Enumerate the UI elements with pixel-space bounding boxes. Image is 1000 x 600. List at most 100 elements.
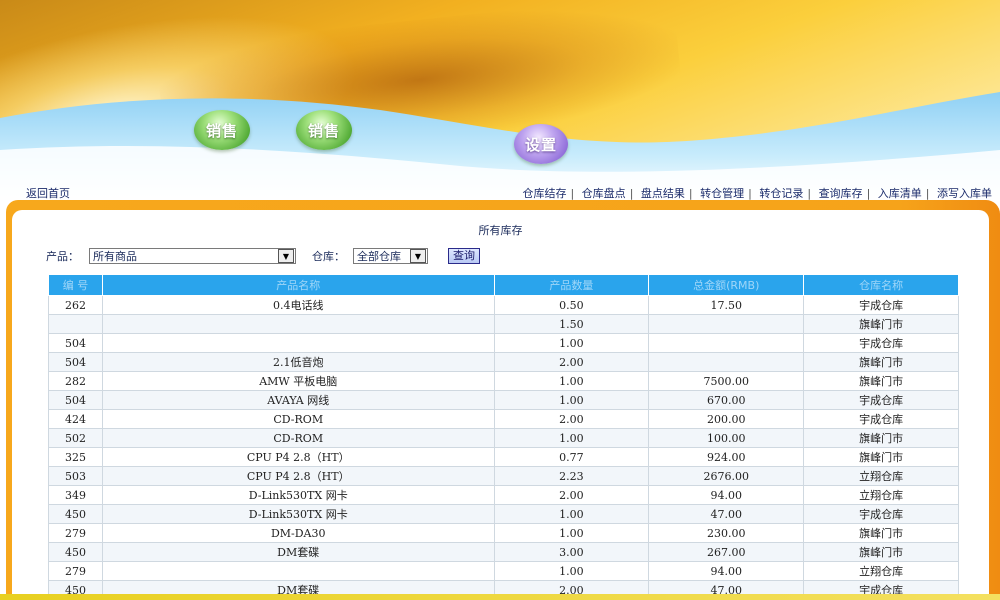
cell-id bbox=[48, 314, 103, 334]
cell-warehouse: 旗峰门市 bbox=[803, 314, 959, 334]
nav-separator: | bbox=[866, 187, 871, 200]
cell-id: 424 bbox=[48, 409, 103, 429]
table-row: 349 D-Link530TX 网卡 2.00 94.00 立翔仓库 bbox=[48, 485, 959, 505]
nav-separator: | bbox=[748, 187, 752, 200]
cell-product-name: DM-DA30 bbox=[101, 523, 495, 543]
cell-amount: 670.00 bbox=[648, 390, 805, 410]
cell-quantity: 1.00 bbox=[493, 504, 650, 524]
cell-amount bbox=[648, 352, 805, 372]
warehouse-select-value: 全部仓库 bbox=[357, 250, 401, 263]
nav-link-add-inbound[interactable]: 添写入库单 bbox=[937, 187, 992, 200]
cell-quantity: 2.00 bbox=[493, 409, 650, 429]
cell-id: 450 bbox=[48, 542, 103, 562]
cell-amount: 94.00 bbox=[648, 485, 805, 505]
cell-amount: 100.00 bbox=[648, 428, 805, 448]
cell-amount: 924.00 bbox=[648, 447, 805, 467]
nav-link-query-stock[interactable]: 查询库存 bbox=[819, 187, 863, 200]
product-label: 产品： bbox=[46, 250, 79, 263]
cell-product-name bbox=[101, 333, 495, 353]
cell-warehouse: 宇成仓库 bbox=[803, 504, 959, 524]
nav-link-inbound-list[interactable]: 入库清单 bbox=[878, 187, 922, 200]
table-row: 424 CD-ROM 2.00 200.00 宇成仓库 bbox=[48, 409, 959, 429]
cell-warehouse: 旗峰门市 bbox=[803, 542, 959, 562]
cell-id: 502 bbox=[48, 428, 103, 448]
page-title: 所有库存 bbox=[478, 224, 523, 237]
cell-quantity: 1.00 bbox=[493, 428, 650, 448]
cell-quantity: 2.00 bbox=[493, 485, 650, 505]
cell-quantity: 1.00 bbox=[493, 561, 650, 581]
nav-separator: | bbox=[807, 187, 812, 200]
sales-menu-button[interactable]: 销售 bbox=[194, 110, 250, 150]
product-select[interactable]: 所有商品 ▼ bbox=[89, 248, 296, 264]
cell-product-name: CPU P4 2.8（HT） bbox=[101, 447, 495, 467]
cell-amount bbox=[648, 314, 805, 334]
cell-id: 503 bbox=[48, 466, 103, 486]
cell-product-name: 2.1低音炮 bbox=[101, 352, 495, 372]
cell-warehouse: 立翔仓库 bbox=[803, 485, 959, 505]
nav-separator: | bbox=[688, 187, 693, 200]
cell-quantity: 1.00 bbox=[493, 390, 650, 410]
cell-id: 262 bbox=[48, 295, 103, 315]
table-row: 450 D-Link530TX 网卡 1.00 47.00 宇成仓库 bbox=[48, 504, 959, 524]
back-home-link[interactable]: 返回首页 bbox=[26, 185, 70, 201]
nav-link-stock-count[interactable]: 仓库盘点 bbox=[582, 187, 626, 200]
nav-separator: | bbox=[629, 187, 634, 200]
col-warehouse-header: 仓库名称 bbox=[803, 274, 959, 296]
cell-quantity: 0.50 bbox=[493, 295, 650, 315]
cell-product-name: D-Link530TX 网卡 bbox=[101, 504, 495, 524]
table-row: 1.50 旗峰门市 bbox=[48, 314, 959, 334]
cell-id: 349 bbox=[48, 485, 103, 505]
cell-id: 504 bbox=[48, 352, 103, 372]
nav-link-stock-balance[interactable]: 仓库结存 bbox=[522, 187, 566, 200]
table-row: 504 AVAYA 网线 1.00 670.00 宇成仓库 bbox=[48, 390, 959, 410]
cell-amount: 2676.00 bbox=[648, 466, 805, 486]
cell-quantity: 1.00 bbox=[493, 523, 650, 543]
cell-quantity: 1.50 bbox=[493, 314, 650, 334]
cell-product-name: AVAYA 网线 bbox=[101, 390, 495, 410]
col-id-header: 编 号 bbox=[48, 274, 103, 296]
cell-product-name: CD-ROM bbox=[101, 409, 495, 429]
table-row: 450 DM套碟 3.00 267.00 旗峰门市 bbox=[48, 542, 959, 562]
cell-warehouse: 旗峰门市 bbox=[803, 523, 959, 543]
cell-product-name: DM套碟 bbox=[101, 542, 495, 562]
cell-quantity: 1.00 bbox=[493, 371, 650, 391]
cell-amount: 47.00 bbox=[648, 504, 805, 524]
cell-quantity: 2.23 bbox=[493, 466, 650, 486]
nav-link-transfer-record[interactable]: 转仓记录 bbox=[759, 187, 803, 200]
table-header-row: 编 号产品名称 产品数量 总金额(RMB) 仓库名称 bbox=[48, 274, 959, 296]
nav-link-count-result[interactable]: 盘点结果 bbox=[641, 187, 685, 200]
cell-quantity: 2.00 bbox=[493, 352, 650, 372]
cell-quantity: 0.77 bbox=[493, 447, 650, 467]
chevron-down-icon[interactable]: ▼ bbox=[410, 249, 426, 263]
cell-amount: 7500.00 bbox=[648, 371, 805, 391]
cell-warehouse: 宇成仓库 bbox=[803, 333, 959, 353]
cell-amount: 200.00 bbox=[648, 409, 805, 429]
table-row: 279 1.00 94.00 立翔仓库 bbox=[48, 561, 959, 581]
inventory-table: 编 号产品名称 产品数量 总金额(RMB) 仓库名称 262 0.4电话线 0.50 17.… bbox=[48, 274, 959, 600]
table-row: 504 2.1低音炮 2.00 旗峰门市 bbox=[48, 352, 959, 372]
header-banner: 销售 销售 设置 bbox=[0, 0, 1000, 200]
chevron-down-icon[interactable]: ▼ bbox=[278, 249, 294, 263]
top-nav: 返回首页 仓库结存 | 仓库盘点 | 盘点结果 | 转仓管理 | 转仓记录 | 查询库存 |… bbox=[0, 180, 1000, 202]
warehouse-select[interactable]: 全部仓库 ▼ bbox=[353, 248, 428, 264]
cell-id: 325 bbox=[48, 447, 103, 467]
cell-warehouse: 宇成仓库 bbox=[803, 409, 959, 429]
cell-product-name: 0.4电话线 bbox=[101, 295, 495, 315]
nav-link-transfer-manage[interactable]: 转仓管理 bbox=[700, 187, 744, 200]
table-row: 504 1.00 宇成仓库 bbox=[48, 333, 959, 353]
sales-menu-button-2[interactable]: 销售 bbox=[296, 110, 352, 150]
table-row: 325 CPU P4 2.8（HT） 0.77 924.00 旗峰门市 bbox=[48, 447, 959, 467]
cell-product-name: CD-ROM bbox=[101, 428, 495, 448]
cell-amount: 230.00 bbox=[648, 523, 805, 543]
cell-amount: 17.50 bbox=[648, 295, 805, 315]
cell-product-name bbox=[101, 314, 495, 334]
product-select-value: 所有商品 bbox=[93, 250, 137, 263]
table-body: 262 0.4电话线 0.50 17.50 宇成仓库 1.50 旗峰门市 504 1.00 宇成仓… bbox=[48, 295, 959, 600]
col-quantity-header: 产品数量 bbox=[493, 274, 650, 296]
query-button[interactable]: 查询 bbox=[448, 248, 480, 264]
cell-warehouse: 立翔仓库 bbox=[803, 466, 959, 486]
table-row: 279 DM-DA30 1.00 230.00 旗峰门市 bbox=[48, 523, 959, 543]
table-row: 503 CPU P4 2.8（HT） 2.23 2676.00 立翔仓库 bbox=[48, 466, 959, 486]
table-row: 282 AMW 平板电脑 1.00 7500.00 旗峰门市 bbox=[48, 371, 959, 391]
settings-menu-button[interactable]: 设置 bbox=[514, 124, 568, 164]
